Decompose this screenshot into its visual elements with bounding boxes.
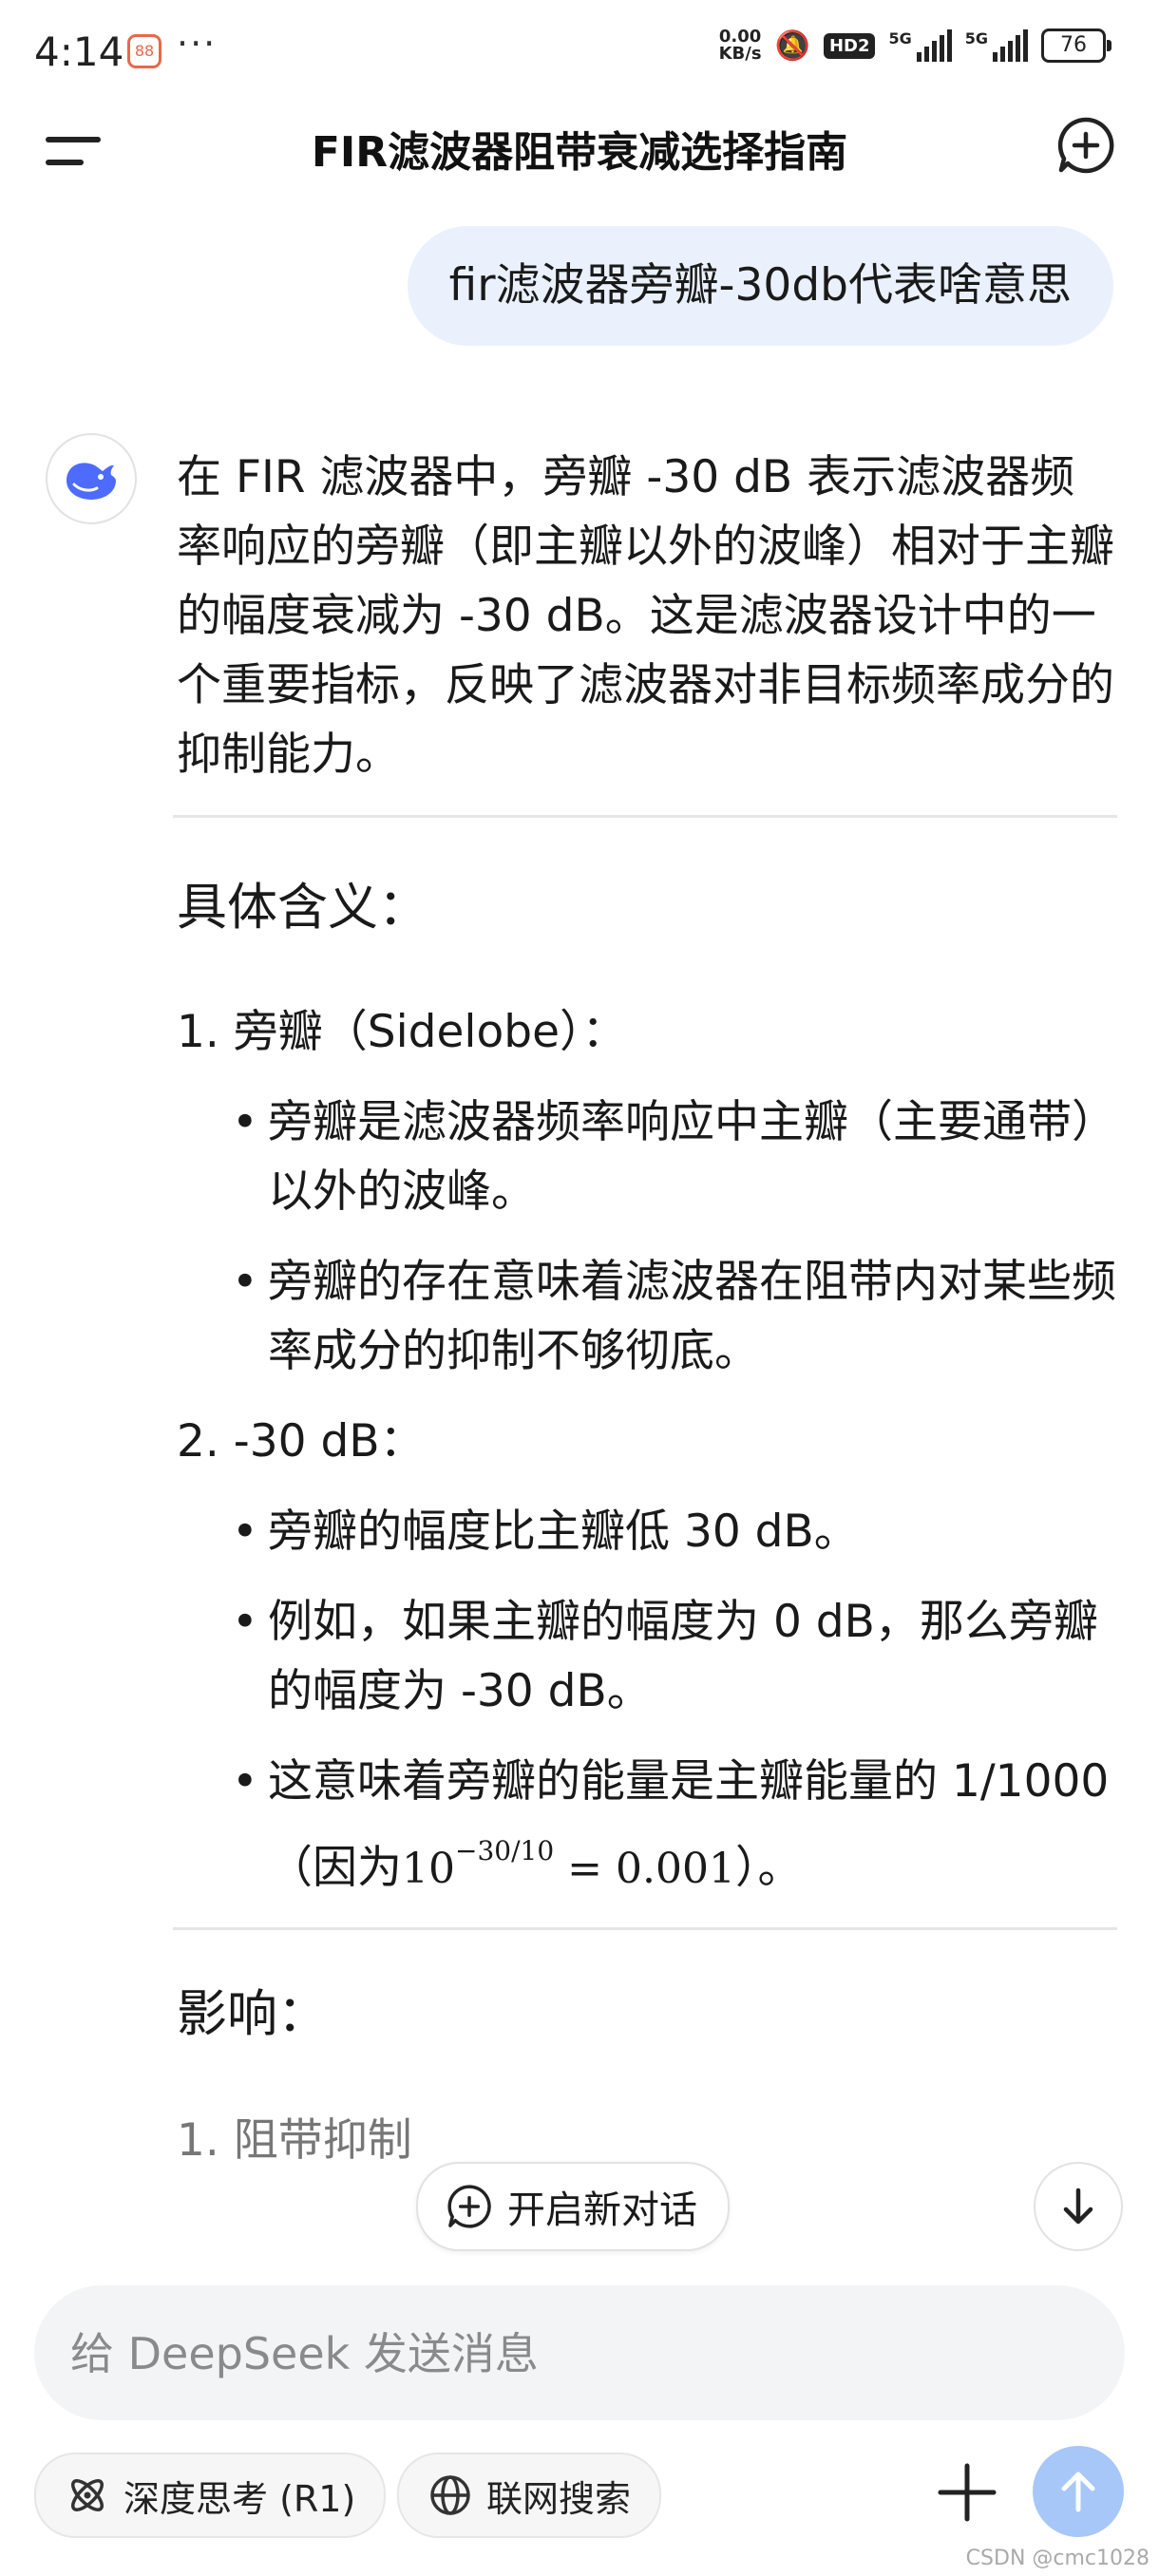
arrow-up-icon [1061,2472,1095,2512]
more-notifications-icon: ··· [177,23,218,65]
battery-icon: 76 [1041,28,1112,63]
send-button[interactable] [1033,2446,1124,2537]
clock: 4:14 [34,28,124,75]
page-title: FIR滤波器阻带衰减选择指南 [311,128,848,177]
watermark: CSDN @cmc1028 [965,2547,1150,2570]
divider [173,1927,1117,1930]
bullet-item: • 例如，如果主瓣的幅度为 0 dB，那么旁瓣的幅度为 -30 dB。 [232,1596,1098,1717]
atom-icon [71,2479,104,2511]
new-chat-icon [447,2185,491,2228]
hd-voice-icon: HD2 [823,32,876,59]
web-search-toggle[interactable]: 联网搜索 [397,2453,662,2538]
scroll-to-bottom-button[interactable] [1034,2162,1123,2251]
deep-think-toggle[interactable]: 深度思考 (R1) [34,2453,387,2538]
assistant-message: 在 FIR 滤波器中，旁瓣 -30 dB 表示滤波器频率响应的旁瓣（即主瓣以外的… [173,437,1117,2175]
new-dialog-button[interactable]: 开启新对话 [416,2162,730,2251]
message-input-box[interactable] [34,2285,1125,2422]
signal-icon-2: 5G [965,29,1028,62]
deep-think-label: 深度思考 (R1) [124,2477,356,2520]
mute-icon: 🔕 [774,28,810,63]
bullet-item: • 旁瓣是滤波器频率响应中主瓣（主要通带）以外的波峰。 [232,1096,1116,1218]
app-notification-icon: 88 [127,34,162,68]
new-chat-icon[interactable] [1056,116,1115,175]
network-speed: 0.00 KB/s [718,27,762,64]
arrow-down-icon [1063,2188,1093,2225]
new-dialog-label: 开启新对话 [507,2188,697,2232]
bullet-item: • 这意味着旁瓣的能量是主瓣能量的 1/1000（因为10−30/10 = 0.0… [232,1755,1110,1894]
section-heading-impact: 影响： [177,1985,328,2043]
section-heading-meaning: 具体含义： [177,879,428,937]
web-search-label: 联网搜索 [486,2477,632,2520]
bullet-item: • 旁瓣的幅度比主瓣低 30 dB。 [232,1506,859,1558]
divider [173,815,1117,818]
bullet-item: • 旁瓣的存在意味着滤波器在阻带内对某些频率成分的抑制不够彻底。 [232,1256,1116,1377]
list-item-sidelobe: 1. 旁瓣（Sidelobe）： [177,1006,627,1058]
deepseek-avatar-icon [46,433,137,524]
attach-plus-icon[interactable] [933,2458,1001,2527]
list-item-minus30db: 2. -30 dB： [177,1415,425,1468]
globe-icon [430,2475,470,2515]
status-bar: 4:14 88 ··· 0.00 KB/s 🔕 HD2 5G 5G 76 [0,0,1159,104]
math-formula: 10−30/10 = 0.001 [402,1835,735,1893]
app-header: FIR滤波器阻带衰减选择指南 [0,104,1159,199]
message-input[interactable] [68,2285,1079,2422]
answer-intro: 在 FIR 滤波器中，旁瓣 -30 dB 表示滤波器频率响应的旁瓣（即主瓣以外的… [177,451,1114,781]
user-message-bubble: fir滤波器旁瓣-30db代表啥意思 [407,226,1113,346]
signal-icon-1: 5G [888,29,952,62]
